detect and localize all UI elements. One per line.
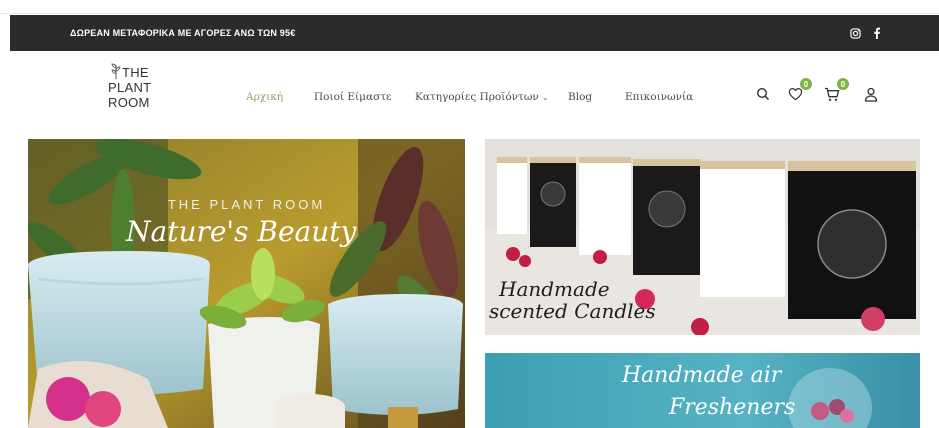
hero-banner-fresheners[interactable]: Handmade air Fresheners (485, 353, 920, 428)
hero-banner-plants[interactable]: THE PLANT ROOM Nature's Beauty (28, 139, 465, 428)
wishlist-count-badge: 0 (800, 78, 812, 90)
nav-item-home[interactable]: Αρχική (246, 91, 283, 103)
banner-subtitle: THE PLANT ROOM (167, 197, 326, 212)
site-header: THE PLANT ROOM Αρχική Ποιοί Είμαστε Κατη… (10, 51, 939, 139)
main-nav: Αρχική Ποιοί Είμαστε Κατηγορίες Προϊόντω… (10, 51, 939, 139)
announcement-bar: ΔΩΡΕΑΝ ΜΕΤΑΦΟΡΙΚΑ ΜΕ ΑΓΟΡΕΣ ΑΝΩ ΤΩΝ 95€ (10, 15, 939, 51)
top-edge (0, 0, 939, 14)
cart-count-badge: 0 (837, 78, 849, 90)
nav-item-contact[interactable]: Επικοινωνία (625, 91, 693, 103)
facebook-icon[interactable] (873, 27, 881, 39)
plants-photo (28, 139, 465, 428)
instagram-icon[interactable] (850, 27, 861, 39)
cart-icon (825, 87, 840, 101)
nav-item-categories[interactable]: Κατηγορίες Προϊόντων ⌄ (415, 91, 549, 103)
banner-title: Nature's Beauty (126, 215, 357, 248)
heart-icon (788, 88, 802, 101)
nav-item-categories-label: Κατηγορίες Προϊόντων (415, 91, 539, 103)
social-links (850, 27, 881, 39)
candles-title-line2: scented Candles (489, 299, 656, 323)
announcement-text: ΔΩΡΕΑΝ ΜΕΤΑΦΟΡΙΚΑ ΜΕ ΑΓΟΡΕΣ ΑΝΩ ΤΩΝ 95€ (70, 28, 296, 38)
fresheners-title-line1: Handmade air (622, 363, 782, 388)
nav-item-about[interactable]: Ποιοί Είμαστε (314, 91, 391, 103)
candles-title-line1: Handmade (499, 277, 610, 301)
chevron-down-icon: ⌄ (541, 93, 549, 102)
wishlist-button[interactable]: 0 (786, 78, 812, 103)
cart-button[interactable]: 0 (823, 78, 849, 103)
user-icon[interactable] (862, 85, 880, 103)
nav-item-blog[interactable]: Blog (568, 91, 592, 103)
search-icon[interactable] (754, 85, 772, 103)
fresheners-title-line2: Fresheners (669, 395, 796, 420)
hero-banner-candles[interactable]: Handmade scented Candles (485, 139, 920, 335)
